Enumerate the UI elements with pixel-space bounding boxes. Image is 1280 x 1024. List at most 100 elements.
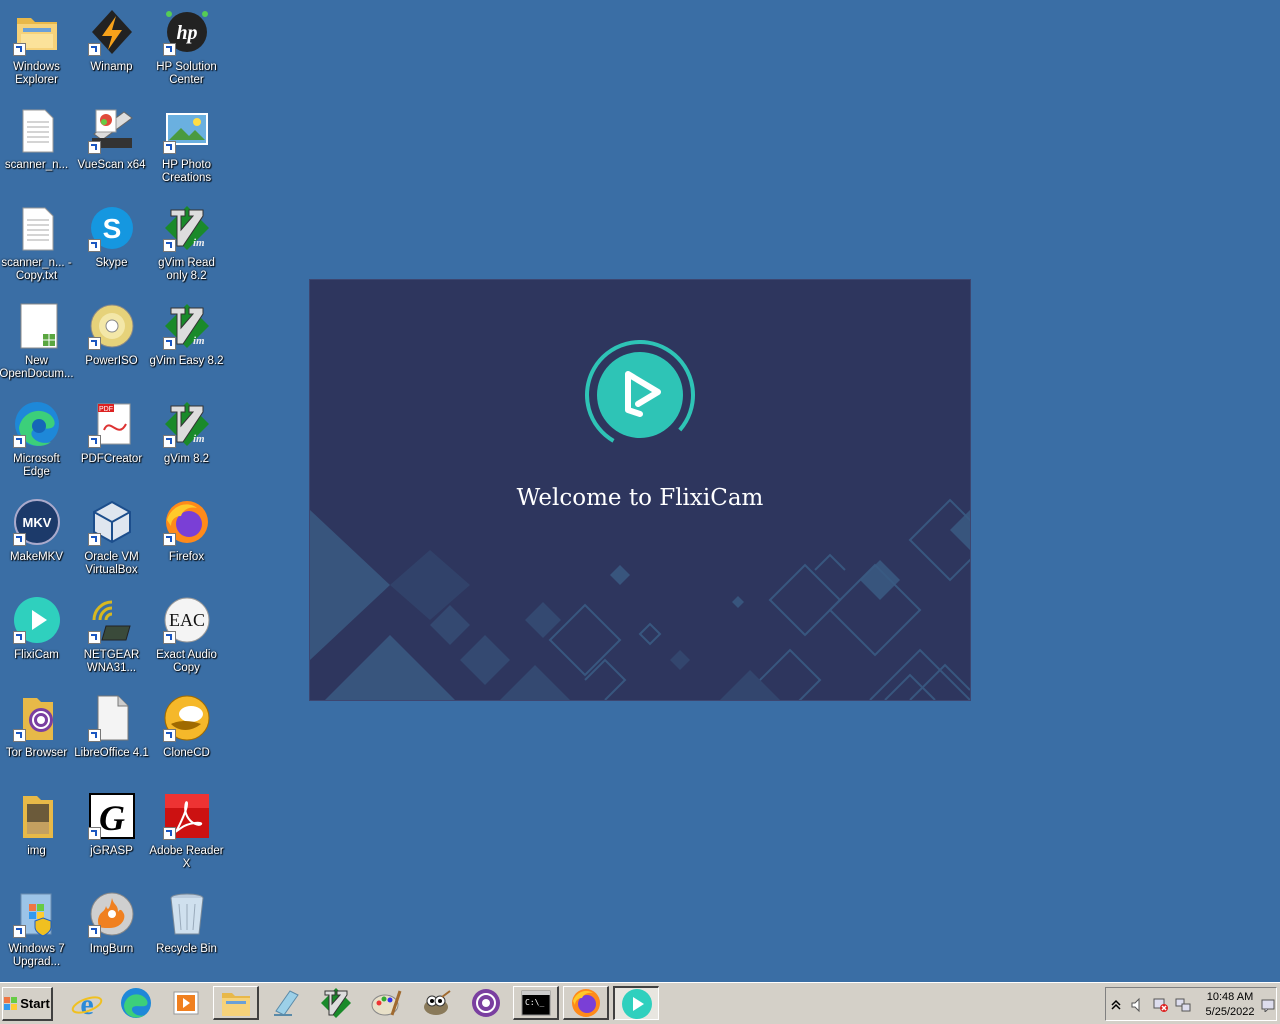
volume-icon[interactable] — [1130, 997, 1146, 1013]
desktop-icon-scanner-copy[interactable]: scanner_n... - Copy.txt — [0, 198, 74, 294]
recycle-bin-icon — [163, 890, 211, 938]
desktop-icon-vuescan[interactable]: VueScan x64 — [74, 100, 149, 196]
desktop-icon-netgear[interactable]: NETGEAR WNA31... — [74, 590, 149, 686]
taskbar-gimp[interactable] — [413, 986, 459, 1020]
desktop-icon-label: HP Solution Center — [156, 61, 217, 86]
taskbar-paint[interactable] — [363, 986, 409, 1020]
clock[interactable]: 10:48 AM 5/25/2022 — [1198, 990, 1262, 1020]
desktop-icon-microsoft-edge[interactable]: Microsoft Edge — [0, 394, 74, 490]
network-icon[interactable] — [1174, 997, 1192, 1013]
gvim-icon: im — [162, 204, 211, 252]
desktop-icon-label: Recycle Bin — [156, 943, 217, 955]
desktop-icon-hp-photo-creations[interactable]: HP Photo Creations — [149, 100, 224, 196]
desktop-icon-label: Tor Browser — [5, 747, 68, 759]
desktop-icon-gvim-read-only[interactable]: im gVim Read only 8.2 — [149, 198, 224, 294]
svg-text:MKV: MKV — [22, 515, 51, 530]
taskbar-tor[interactable] — [463, 986, 509, 1020]
svg-text:hp: hp — [176, 22, 197, 44]
desktop-icon-makemkv[interactable]: MKV MakeMKV — [0, 492, 74, 588]
desktop-icon-recycle-bin[interactable]: Recycle Bin — [149, 884, 224, 980]
taskbar-gvim[interactable] — [313, 986, 359, 1020]
desktop-icon-adobe-reader[interactable]: Adobe Reader X — [149, 786, 224, 882]
splash-title: Welcome to FlixiCam — [516, 485, 764, 511]
taskbar-firefox[interactable] — [563, 986, 609, 1020]
eac-icon: EAC — [162, 596, 211, 644]
desktop-icon-virtualbox[interactable]: Oracle VM VirtualBox — [74, 492, 149, 588]
imgburn-icon — [87, 890, 136, 938]
makemkv-icon: MKV — [12, 498, 61, 546]
desktop-icon-gvim[interactable]: im gVim 8.2 — [149, 394, 224, 490]
desktop-icon-clonecd[interactable]: CloneCD — [149, 688, 224, 784]
taskbar-cmd[interactable]: C:\_ — [513, 986, 559, 1020]
svg-text:S: S — [102, 213, 121, 244]
desktop-icon-tor-browser[interactable]: Tor Browser — [0, 688, 74, 784]
desktop-icon-label: Firefox — [168, 551, 205, 563]
desktop-icon-skype[interactable]: S Skype — [74, 198, 149, 294]
windows-logo-icon — [4, 996, 18, 1010]
taskbar-flixicam[interactable] — [613, 986, 659, 1020]
desktop-icon-label: scanner_n... — [4, 159, 69, 171]
media-player-icon — [173, 991, 199, 1015]
gvim-icon: im — [162, 302, 211, 350]
svg-text:im: im — [193, 433, 205, 445]
taskbar-internet-explorer[interactable]: e — [64, 986, 110, 1020]
taskbar-media-player[interactable] — [163, 986, 209, 1020]
taskbar-edge[interactable] — [113, 986, 159, 1020]
desktop-icon-windows7-upgrade[interactable]: Windows 7 Upgrad... — [0, 884, 74, 980]
spreadsheet-file-icon — [13, 302, 61, 350]
desktop-icon-label: New OpenDocum... — [0, 355, 74, 380]
desktop-icon-windows-explorer[interactable]: Windows Explorer — [0, 2, 74, 98]
desktop-icon-img[interactable]: img — [0, 786, 74, 882]
desktop-icon-label: scanner_n... - Copy.txt — [1, 257, 72, 282]
hp-icon: hp — [162, 8, 211, 56]
tor-icon — [472, 989, 500, 1017]
desktop-icon-pdfcreator[interactable]: PDF PDFCreator — [74, 394, 149, 490]
desktop-icon-new-opendocument[interactable]: New OpenDocum... — [0, 296, 74, 392]
pdfcreator-icon: PDF — [87, 400, 136, 448]
explorer-folder-icon — [221, 992, 250, 1016]
folder-icon — [13, 792, 61, 840]
svg-text:im: im — [193, 237, 205, 249]
desktop-icon-label: FlixiCam — [14, 649, 59, 661]
desktop-icon-label: CloneCD — [163, 747, 210, 759]
desktop-icon-jgrasp[interactable]: G jGRASP — [74, 786, 149, 882]
network-error-icon[interactable] — [1152, 997, 1170, 1013]
desktop-icon-label: Microsoft Edge — [13, 453, 60, 478]
gvim-icon: im — [162, 400, 211, 448]
start-label: Start — [20, 996, 50, 1011]
desktop-icon-label: PowerISO — [85, 355, 138, 367]
edge-icon — [12, 400, 61, 448]
jgrasp-icon: G — [87, 792, 136, 840]
taskbar-notepad[interactable] — [263, 986, 309, 1020]
desktop-icon-label: Oracle VM VirtualBox — [84, 551, 139, 576]
taskbar: Start e C:\_ 10:48 AM 5/25/2022 — [0, 982, 1280, 1024]
gvim-icon — [321, 988, 351, 1018]
tor-folder-icon — [12, 694, 61, 742]
libreoffice-icon — [87, 694, 136, 742]
skype-icon: S — [87, 204, 136, 252]
desktop-icon-libreoffice[interactable]: LibreOffice 4.1 — [74, 688, 149, 784]
clonecd-icon — [162, 694, 211, 742]
netgear-icon — [87, 596, 136, 644]
cmd-icon: C:\_ — [521, 990, 550, 1015]
desktop-icon-hp-solution-center[interactable]: hp HP Solution Center — [149, 2, 224, 98]
desktop-icon-label: PDFCreator — [80, 453, 143, 465]
desktop-icon-exact-audio-copy[interactable]: EAC Exact Audio Copy — [149, 590, 224, 686]
desktop-icon-firefox[interactable]: Firefox — [149, 492, 224, 588]
desktop-icon-flixicam[interactable]: FlixiCam — [0, 590, 74, 686]
desktop-icon-scanner-file[interactable]: scanner_n... — [0, 100, 74, 196]
desktop-icon-poweriso[interactable]: PowerISO — [74, 296, 149, 392]
action-center-icon[interactable] — [1261, 998, 1275, 1012]
clock-time: 10:48 AM — [1206, 991, 1254, 1003]
desktop-icon-gvim-easy[interactable]: im gVim Easy 8.2 — [149, 296, 224, 392]
svg-text:PDF: PDF — [99, 406, 113, 413]
start-button[interactable]: Start — [2, 987, 53, 1021]
desktop-icon-imgburn[interactable]: ImgBurn — [74, 884, 149, 980]
firefox-icon — [571, 988, 600, 1017]
desktop-icon-winamp[interactable]: Winamp — [74, 2, 149, 98]
show-hidden-icons-icon[interactable] — [1110, 998, 1122, 1010]
flixicam-icon — [12, 596, 61, 644]
desktop-icon-label: VueScan x64 — [77, 159, 146, 171]
taskbar-explorer[interactable] — [213, 986, 259, 1020]
flixicam-logo-icon — [585, 340, 695, 450]
